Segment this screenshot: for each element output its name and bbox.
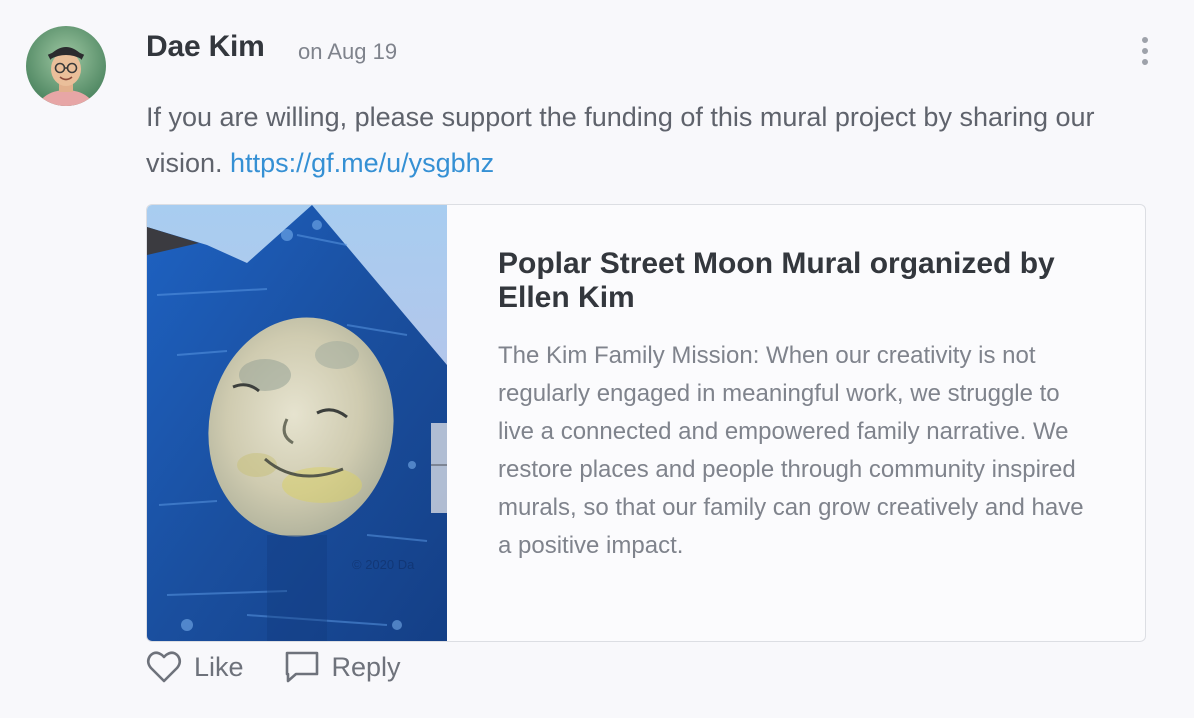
avatar[interactable]	[26, 26, 106, 106]
post-body: If you are willing, please support the f…	[146, 94, 1156, 186]
post-date: on Aug 19	[298, 39, 398, 64]
link-preview-card[interactable]: © 2020 Da Poplar Street Moon Mural organ…	[146, 204, 1146, 642]
post-actions: Like Reply	[146, 644, 441, 690]
mural-image: © 2020 Da	[147, 205, 447, 641]
post-link[interactable]: https://gf.me/u/ysgbhz	[230, 148, 494, 178]
card-description: The Kim Family Mission: When our creativ…	[498, 342, 1084, 559]
image-watermark: © 2020 Da	[352, 557, 415, 572]
reply-button[interactable]: Reply	[284, 649, 401, 685]
reply-speech-bubble-icon	[284, 649, 320, 685]
like-label: Like	[194, 651, 244, 682]
card-title[interactable]: Poplar Street Moon Mural organized by El…	[498, 247, 1108, 315]
like-button[interactable]: Like	[146, 650, 244, 684]
author-name[interactable]: Dae Kim	[146, 30, 265, 64]
heart-icon	[146, 650, 182, 684]
reply-label: Reply	[331, 651, 401, 682]
more-vertical-icon[interactable]	[1130, 32, 1160, 70]
